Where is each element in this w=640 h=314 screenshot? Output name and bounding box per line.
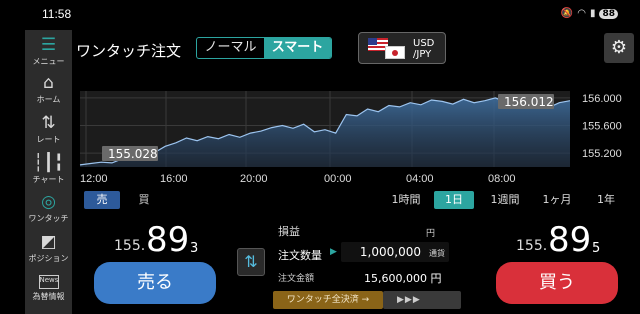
price-chart[interactable]: 12:00 16:00 20:00 00:00 04:00 08:00 156.000 155… <box>0 85 640 187</box>
quantity-label: 注文数量 <box>278 249 322 262</box>
swap-side-button[interactable]: ⇅ <box>237 248 265 276</box>
gear-icon: ⚙ <box>610 37 628 58</box>
currency-pair-label: USD /JPY <box>413 38 434 60</box>
play-arrow-icon: ▶ <box>330 247 337 257</box>
pl-label: 損益 <box>278 225 300 238</box>
y-tick-label: 155.200 <box>582 148 622 160</box>
wifi-icon: ◠ <box>577 8 586 19</box>
y-tick-label: 156.000 <box>582 93 622 105</box>
x-tick-label: 04:00 <box>406 173 434 185</box>
slide-to-confirm-track[interactable]: ▶▶▶ <box>383 291 461 309</box>
sell-price-main: 89 <box>146 220 190 260</box>
quantity-unit: 通貨 <box>429 249 445 258</box>
order-amount-label: 注文金額 <box>278 274 315 284</box>
nav-one-touch[interactable]: ◎ ワンタッチ <box>25 193 72 224</box>
jp-flag-icon <box>385 46 405 59</box>
sell-price-tail: 3 <box>190 241 199 256</box>
mute-icon: 🔕 <box>560 8 574 19</box>
period-1y[interactable]: 1年 <box>590 191 622 209</box>
nav-position[interactable]: ◩ ポジション <box>25 233 72 264</box>
x-tick-label: 12:00 <box>80 173 108 185</box>
pair-quote: /JPY <box>413 49 432 60</box>
order-amount-value: 15,600,000 円 <box>364 272 442 285</box>
period-1h[interactable]: 1時間 <box>386 191 426 209</box>
one-touch-icon: ◎ <box>41 192 56 212</box>
x-tick-label: 00:00 <box>324 173 352 185</box>
mode-normal[interactable]: ノーマル <box>197 38 264 58</box>
x-tick-label: 16:00 <box>160 173 188 185</box>
chart-side-buy-tab[interactable]: 買 <box>132 191 156 209</box>
nav-label: 為替情報 <box>32 292 65 301</box>
pl-unit: 円 <box>426 229 436 239</box>
mode-smart[interactable]: スマート <box>264 38 331 58</box>
buy-price-tail: 5 <box>592 241 601 256</box>
battery-indicator: 88 <box>599 8 618 19</box>
hamburger-menu-icon: ☰ <box>40 35 57 55</box>
swap-arrows-icon: ⇅ <box>244 252 258 271</box>
status-icons: 🔕 ◠ ▮ 88 <box>561 8 618 19</box>
buy-price-prefix: 155. <box>516 238 548 254</box>
position-icon: ◩ <box>40 232 57 252</box>
nav-label: ワンタッチ <box>28 214 69 223</box>
period-1m[interactable]: 1ヶ月 <box>536 191 578 209</box>
order-mode-toggle: ノーマル スマート <box>196 37 332 59</box>
sell-price: 155. 89 3 <box>114 220 224 260</box>
signal-icon: ▮ <box>589 8 596 19</box>
sell-price-prefix: 155. <box>114 238 146 254</box>
nav-news[interactable]: News 為替情報 <box>25 275 72 302</box>
pair-base: USD <box>413 38 435 49</box>
nav-menu[interactable]: ☰ メニュー <box>25 36 72 67</box>
buy-price-main: 89 <box>548 220 592 260</box>
status-time: 11:58 <box>42 7 72 21</box>
one-touch-close-all-button[interactable]: ワンタッチ全決済 → <box>273 291 383 309</box>
news-icon: News <box>38 275 59 289</box>
buy-price: 155. 89 5 <box>516 220 626 260</box>
period-1d[interactable]: 1日 <box>434 191 474 209</box>
buy-button[interactable]: 買う <box>496 262 618 304</box>
quantity-field[interactable]: 1,000,000 通貨 <box>341 242 449 262</box>
currency-pair-button[interactable]: USD /JPY <box>358 32 446 64</box>
status-bar: 11:58 🔕 ◠ ▮ 88 <box>0 0 640 28</box>
nav-label: メニュー <box>32 57 65 66</box>
y-tick-label: 155.600 <box>582 121 622 133</box>
x-tick-label: 20:00 <box>240 173 268 185</box>
current-price-label: 156.012 <box>504 95 554 109</box>
settings-button[interactable]: ⚙ <box>604 33 634 63</box>
quantity-value: 1,000,000 <box>359 245 421 259</box>
sell-button[interactable]: 売る <box>94 262 216 304</box>
nav-label: ポジション <box>28 254 69 263</box>
x-tick-label: 08:00 <box>488 173 516 185</box>
page-title: ワンタッチ注文 <box>76 42 182 60</box>
chart-side-sell-tab[interactable]: 売 <box>84 191 120 209</box>
low-price-label: 155.028 <box>108 147 158 161</box>
period-1w[interactable]: 1週間 <box>484 191 526 209</box>
